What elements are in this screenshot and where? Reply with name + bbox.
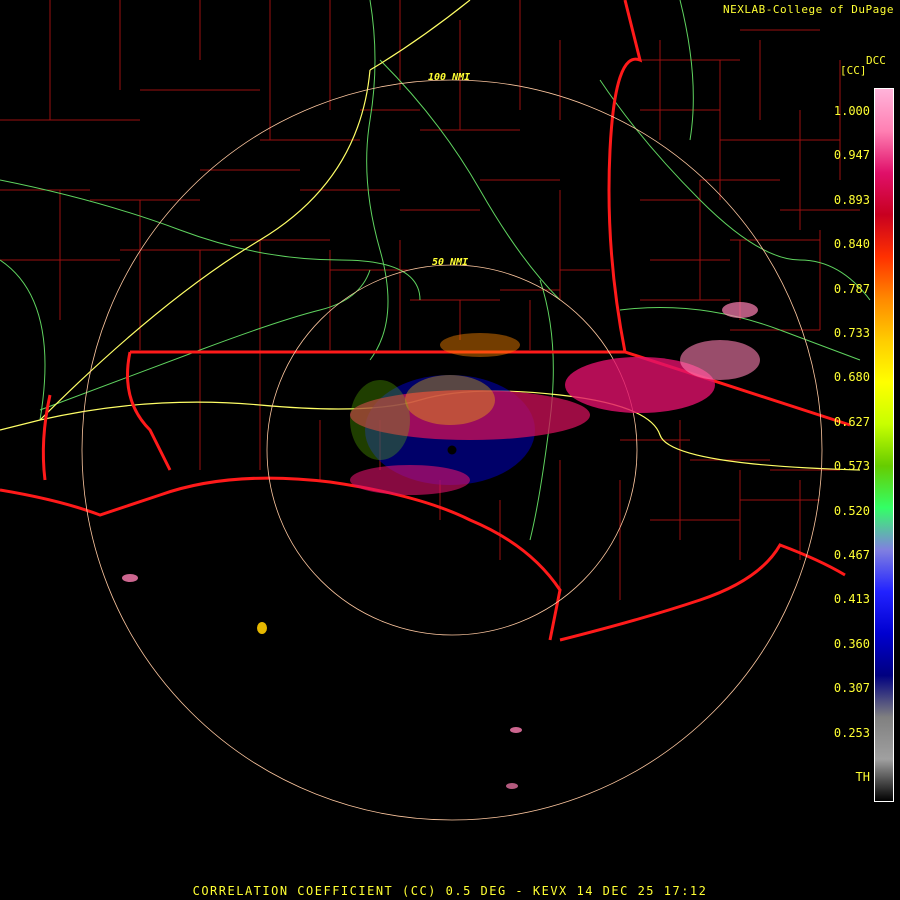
- legend-tick: 0.787: [833, 281, 870, 296]
- radar-site-icon: [447, 445, 457, 455]
- legend-tick: 0.627: [833, 414, 870, 429]
- legend-tick: 0.413: [833, 592, 870, 607]
- legend-tick: TH: [855, 770, 870, 784]
- legend-tick: 0.307: [833, 681, 870, 696]
- legend-tick: 0.840: [833, 237, 870, 252]
- station-tag: DCC: [866, 54, 886, 67]
- legend-tick: 0.893: [833, 192, 870, 207]
- legend-tick: 0.573: [833, 459, 870, 474]
- legend-tick: 0.733: [833, 326, 870, 340]
- legend-tick: 0.947: [833, 148, 870, 163]
- legend-tick: 0.680: [833, 370, 870, 385]
- radar-map[interactable]: [0, 0, 900, 900]
- legend-tick: 0.360: [833, 636, 870, 651]
- range-ring-label-50: 50 NMI: [432, 257, 469, 268]
- legend-tick: 0.467: [833, 548, 870, 562]
- legend-tick: 0.253: [833, 725, 870, 740]
- product-caption: CORRELATION COEFFICIENT (CC) 0.5 DEG - K…: [192, 884, 708, 898]
- county-lines: [0, 0, 860, 600]
- radar-echoes: [122, 302, 760, 789]
- range-ring-label-100: 100 NMI: [428, 72, 471, 83]
- legend-tick: 0.520: [833, 503, 870, 518]
- state-borders: [0, 0, 851, 642]
- unit-label: [CC]: [840, 64, 867, 77]
- legend-tick: 1.000: [833, 104, 870, 118]
- color-legend-bar: [874, 88, 894, 802]
- credit-text: NEXLAB-College of DuPage: [723, 3, 894, 16]
